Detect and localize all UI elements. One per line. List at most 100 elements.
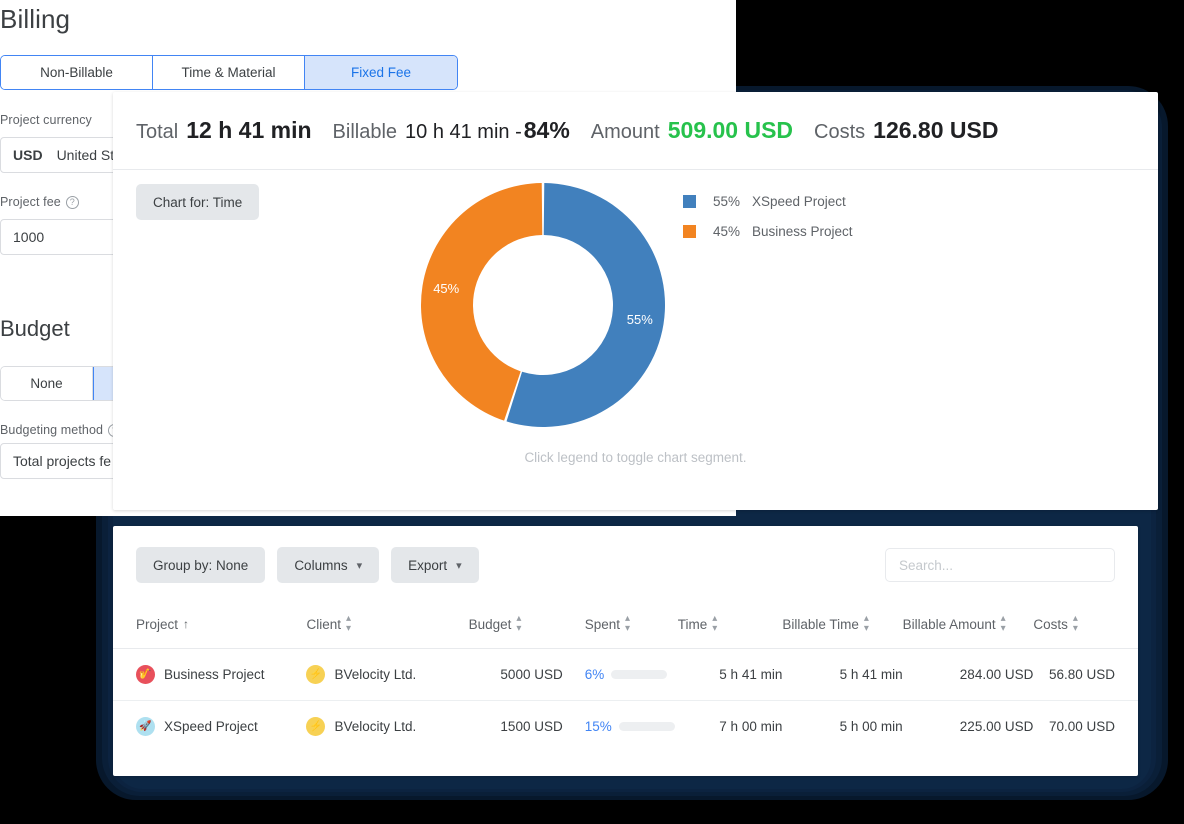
stat-billable-value: 10 h 41 min - (405, 121, 522, 144)
help-icon[interactable]: ? (66, 196, 79, 209)
col-header-budget[interactable]: Budget ▴▾ (469, 604, 563, 649)
currency-code: USD (13, 147, 43, 163)
cell-project[interactable]: 🚀 XSpeed Project (113, 701, 306, 753)
sort-icon-5: ▴▾ (864, 614, 869, 634)
cell-project[interactable]: 🎷 Business Project (113, 649, 306, 701)
cloud-bolt-avatar-icon: ⚡ (306, 665, 325, 684)
page-title: Billing (0, 4, 70, 35)
project-fee-value: 1000 (13, 229, 44, 245)
col-label-project: Project (136, 617, 178, 632)
project-fee-label-text: Project fee (0, 195, 61, 209)
chevron-down-icon: ▾ (357, 559, 363, 572)
col-header-costs[interactable]: Costs ▴▾ (1033, 604, 1138, 649)
col-header-time[interactable]: Time ▴▾ (678, 604, 783, 649)
budgeting-method-value: Total projects fe (13, 453, 111, 469)
cell-time[interactable]: 7 h 00 min (678, 701, 783, 753)
budgeting-method-label-text: Budgeting method (0, 423, 103, 437)
project-name[interactable]: Business Project (164, 667, 265, 682)
table-header-row: Project ↑ Client ▴▾ Budget ▴▾ (113, 604, 1138, 649)
stat-billable: Billable 10 h 41 min - 84% (333, 117, 570, 144)
cell-client[interactable]: ⚡ BVelocity Ltd. (306, 701, 468, 753)
sort-icon-3: ▴▾ (625, 614, 630, 634)
col-label-client: Client (306, 617, 341, 632)
stat-amount: Amount 509.00 USD (591, 117, 793, 144)
col-header-billable-amount[interactable]: Billable Amount ▴▾ (903, 604, 1034, 649)
export-button[interactable]: Export ▾ (391, 547, 479, 583)
project-name[interactable]: XSpeed Project (164, 719, 258, 734)
donut-chart[interactable]: 55% 45% (418, 180, 668, 430)
stat-costs: Costs 126.80 USD (814, 117, 998, 144)
sort-icon-2: ▴▾ (516, 614, 521, 634)
stat-billable-label: Billable (333, 121, 397, 144)
rocket-avatar-icon: 🚀 (136, 717, 155, 736)
cell-client[interactable]: ⚡ BVelocity Ltd. (306, 649, 468, 701)
group-by-button[interactable]: Group by: None (136, 547, 265, 583)
chart-metric-selector[interactable]: Chart for: Time (136, 184, 259, 220)
legend-item-1[interactable]: 45% Business Project (683, 216, 853, 246)
spent-percent: 6% (585, 667, 605, 682)
projects-table-card: Group by: None Columns ▾ Export ▾ (113, 526, 1138, 776)
summary-bar: Total 12 h 41 min Billable 10 h 41 min -… (113, 92, 1158, 170)
search-input[interactable] (885, 548, 1115, 582)
col-label-billable-time: Billable Time (782, 617, 859, 632)
col-header-project[interactable]: Project ↑ (113, 604, 306, 649)
tab-fixed-fee[interactable]: Fixed Fee (305, 56, 457, 89)
billing-type-tabs[interactable]: Non-Billable Time & Material Fixed Fee (0, 55, 458, 90)
export-label: Export (408, 558, 447, 573)
legend-swatch-icon-1 (683, 225, 696, 238)
legend-percent-0: 55% (708, 194, 740, 209)
col-header-spent[interactable]: Spent ▴▾ (563, 604, 678, 649)
cell-billable-amount: 225.00 USD (903, 701, 1034, 753)
columns-button[interactable]: Columns ▾ (277, 547, 379, 583)
columns-label: Columns (294, 558, 347, 573)
spent-percent: 15% (585, 719, 612, 734)
sort-icon-6: ▴▾ (1001, 614, 1006, 634)
stat-amount-label: Amount (591, 121, 660, 144)
tab-non-billable[interactable]: Non-Billable (1, 56, 153, 89)
col-label-costs: Costs (1033, 617, 1068, 632)
cell-costs: 56.80 USD (1033, 649, 1138, 701)
client-name[interactable]: BVelocity Ltd. (334, 667, 416, 682)
project-currency-label: Project currency (0, 113, 92, 127)
cell-spent: 6% (563, 649, 678, 701)
chart-hint-text: Click legend to toggle chart segment. (113, 450, 1158, 465)
budgeting-method-label: Budgeting method ? (0, 423, 121, 437)
project-currency-label-text: Project currency (0, 113, 92, 127)
stat-costs-label: Costs (814, 121, 865, 144)
stat-amount-value: 509.00 USD (668, 117, 793, 144)
table-row[interactable]: 🚀 XSpeed Project ⚡ BVelocity Ltd. 1500 USD 15… (113, 701, 1138, 753)
client-name[interactable]: BVelocity Ltd. (334, 719, 416, 734)
stat-total: Total 12 h 41 min (136, 117, 312, 144)
screen: Billing Non-Billable Time & Material Fix… (0, 0, 1184, 824)
legend-item-0[interactable]: 55% XSpeed Project (683, 186, 853, 216)
col-label-budget: Budget (469, 617, 512, 632)
projects-table: Project ↑ Client ▴▾ Budget ▴▾ (113, 604, 1138, 752)
budget-tab-none[interactable]: None (1, 367, 93, 400)
project-fee-label: Project fee ? (0, 195, 79, 209)
sort-icon-7: ▴▾ (1073, 614, 1078, 634)
col-header-billable-time[interactable]: Billable Time ▴▾ (782, 604, 902, 649)
legend-label-1: Business Project (752, 224, 853, 239)
cloud-bolt-avatar-icon: ⚡ (306, 717, 325, 736)
stat-costs-value: 126.80 USD (873, 117, 998, 144)
col-label-spent: Spent (585, 617, 620, 632)
cell-costs: 70.00 USD (1033, 701, 1138, 753)
legend-label-0: XSpeed Project (752, 194, 846, 209)
cell-budget: 1500 USD (469, 701, 563, 753)
cell-billable-time[interactable]: 5 h 41 min (782, 649, 902, 701)
group-by-label: Group by: None (153, 558, 248, 573)
saxophone-avatar-icon: 🎷 (136, 665, 155, 684)
summary-chart-card: Total 12 h 41 min Billable 10 h 41 min -… (113, 92, 1158, 510)
cell-budget: 5000 USD (469, 649, 563, 701)
cell-time[interactable]: 5 h 41 min (678, 649, 783, 701)
tab-time-and-material[interactable]: Time & Material (153, 56, 305, 89)
table-row[interactable]: 🎷 Business Project ⚡ BVelocity Ltd. 5000 USD… (113, 649, 1138, 701)
cell-billable-time[interactable]: 5 h 00 min (782, 701, 902, 753)
stat-total-label: Total (136, 121, 178, 144)
currency-name: United St (57, 147, 115, 163)
col-header-client[interactable]: Client ▴▾ (306, 604, 468, 649)
sort-icon-4: ▴▾ (712, 614, 717, 634)
sort-icon: ▴▾ (346, 614, 351, 634)
stat-billable-percent: 84% (524, 117, 570, 144)
chart-legend[interactable]: 55% XSpeed Project 45% Business Project (683, 186, 853, 246)
